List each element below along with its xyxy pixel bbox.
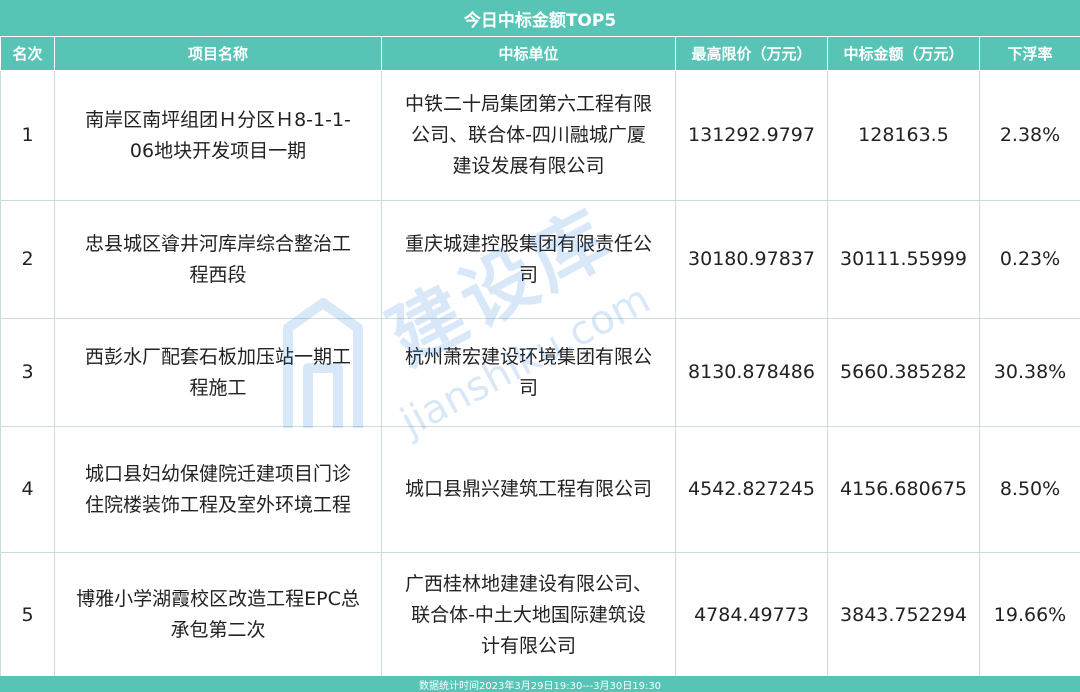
rank-cell: 1	[0, 70, 55, 201]
project-cell: 博雅小学湖霞校区改造工程EPC总 承包第二次	[54, 552, 382, 678]
project-cell: 西彭水厂配套石板加压站一期工 程施工	[54, 318, 382, 427]
table-row: 5 博雅小学湖霞校区改造工程EPC总 承包第二次 广西桂林地建建设有限公司、 联…	[0, 552, 1080, 678]
project-line: 博雅小学湖霞校区改造工程EPC总	[76, 588, 360, 610]
table-row: 3 西彭水厂配套石板加压站一期工 程施工 杭州萧宏建设环境集团有限公 司 813…	[0, 318, 1080, 427]
rate-cell: 2.38%	[979, 70, 1080, 201]
winner-line: 计有限公司	[480, 634, 576, 657]
bid-amount-cell: 30111.55999	[827, 200, 980, 319]
header-max-price: 最高限价（万元）	[675, 36, 828, 71]
max-price-cell: 8130.878486	[675, 318, 828, 427]
max-price-cell: 131292.9797	[675, 70, 828, 201]
header-row: 名次 项目名称 中标单位 最高限价（万元） 中标金额（万元） 下浮率	[0, 36, 1080, 71]
project-line: 程西段	[189, 263, 247, 286]
winner-line: 联合体-中土大地国际建筑设	[411, 603, 646, 626]
header-rank: 名次	[0, 36, 55, 71]
winner-cell: 中铁二十局集团第六工程有限 公司、联合体-四川融城广厦 建设发展有限公司	[381, 70, 676, 201]
winner-cell: 重庆城建控股集团有限责任公 司	[381, 200, 676, 319]
winner-line: 城口县鼎兴建筑工程有限公司	[404, 478, 652, 500]
winner-line: 司	[518, 263, 538, 286]
winner-line: 杭州萧宏建设环境集团有限公	[404, 345, 652, 368]
rank-cell: 4	[0, 426, 55, 553]
project-line: 06地块开发项目一期	[129, 139, 307, 162]
max-price-cell: 30180.97837	[675, 200, 828, 319]
project-line: 程施工	[189, 376, 247, 399]
rank-cell: 5	[0, 552, 55, 678]
ranking-table: 名次 项目名称 中标单位 最高限价（万元） 中标金额（万元） 下浮率 1 南岸区…	[0, 36, 1080, 678]
bid-amount-cell: 128163.5	[827, 70, 980, 201]
winner-line: 中铁二十局集团第六工程有限	[404, 93, 652, 115]
table-title: 今日中标金额TOP5	[0, 0, 1080, 37]
project-line: 西彭水厂配套石板加压站一期工	[84, 345, 351, 368]
rate-cell: 8.50%	[979, 426, 1080, 553]
header-winner: 中标单位	[381, 36, 676, 71]
winner-cell: 城口县鼎兴建筑工程有限公司	[381, 426, 676, 553]
project-line: 承包第二次	[170, 619, 266, 641]
rate-cell: 19.66%	[979, 552, 1080, 678]
rank-cell: 2	[0, 200, 55, 319]
winner-cell: 广西桂林地建建设有限公司、 联合体-中土大地国际建筑设 计有限公司	[381, 552, 676, 678]
rate-cell: 0.23%	[979, 200, 1080, 319]
bid-amount-cell: 3843.752294	[827, 552, 980, 678]
bid-amount-cell: 4156.680675	[827, 426, 980, 553]
winner-line: 重庆城建控股集团有限责任公	[404, 232, 652, 255]
project-line: 住院楼装饰工程及室外环境工程	[84, 493, 351, 516]
winner-line: 公司、联合体-四川融城广厦	[411, 124, 646, 146]
bid-amount-cell: 5660.385282	[827, 318, 980, 427]
rate-cell: 30.38%	[979, 318, 1080, 427]
winner-line: 广西桂林地建建设有限公司、	[404, 572, 652, 595]
table-row: 1 南岸区南坪组团Ｈ分区Ｈ8-1-1- 06地块开发项目一期 中铁二十局集团第六…	[0, 70, 1080, 201]
project-line: 南岸区南坪组团Ｈ分区Ｈ8-1-1-	[85, 108, 351, 131]
max-price-cell: 4784.49773	[675, 552, 828, 678]
header-project: 项目名称	[54, 36, 382, 71]
winner-line: 建设发展有限公司	[452, 155, 605, 177]
winner-cell: 杭州萧宏建设环境集团有限公 司	[381, 318, 676, 427]
max-price-cell: 4542.827245	[675, 426, 828, 553]
project-cell: 南岸区南坪组团Ｈ分区Ｈ8-1-1- 06地块开发项目一期	[54, 70, 382, 201]
header-rate: 下浮率	[979, 36, 1080, 71]
footer-note: 数据统计时间2023年3月29日19:30---3月30日19:30	[0, 676, 1080, 692]
rank-cell: 3	[0, 318, 55, 427]
winner-line: 司	[518, 376, 538, 399]
header-bid-amount: 中标金额（万元）	[827, 36, 980, 71]
project-line: 城口县妇幼保健院迁建项目门诊	[84, 462, 351, 485]
table-row: 2 忠县城区㽏井河库岸综合整治工 程西段 重庆城建控股集团有限责任公 司 301…	[0, 200, 1080, 319]
project-cell: 忠县城区㽏井河库岸综合整治工 程西段	[54, 200, 382, 319]
project-cell: 城口县妇幼保健院迁建项目门诊 住院楼装饰工程及室外环境工程	[54, 426, 382, 553]
table-row: 4 城口县妇幼保健院迁建项目门诊 住院楼装饰工程及室外环境工程 城口县鼎兴建筑工…	[0, 426, 1080, 553]
project-line: 忠县城区㽏井河库岸综合整治工	[84, 232, 351, 255]
